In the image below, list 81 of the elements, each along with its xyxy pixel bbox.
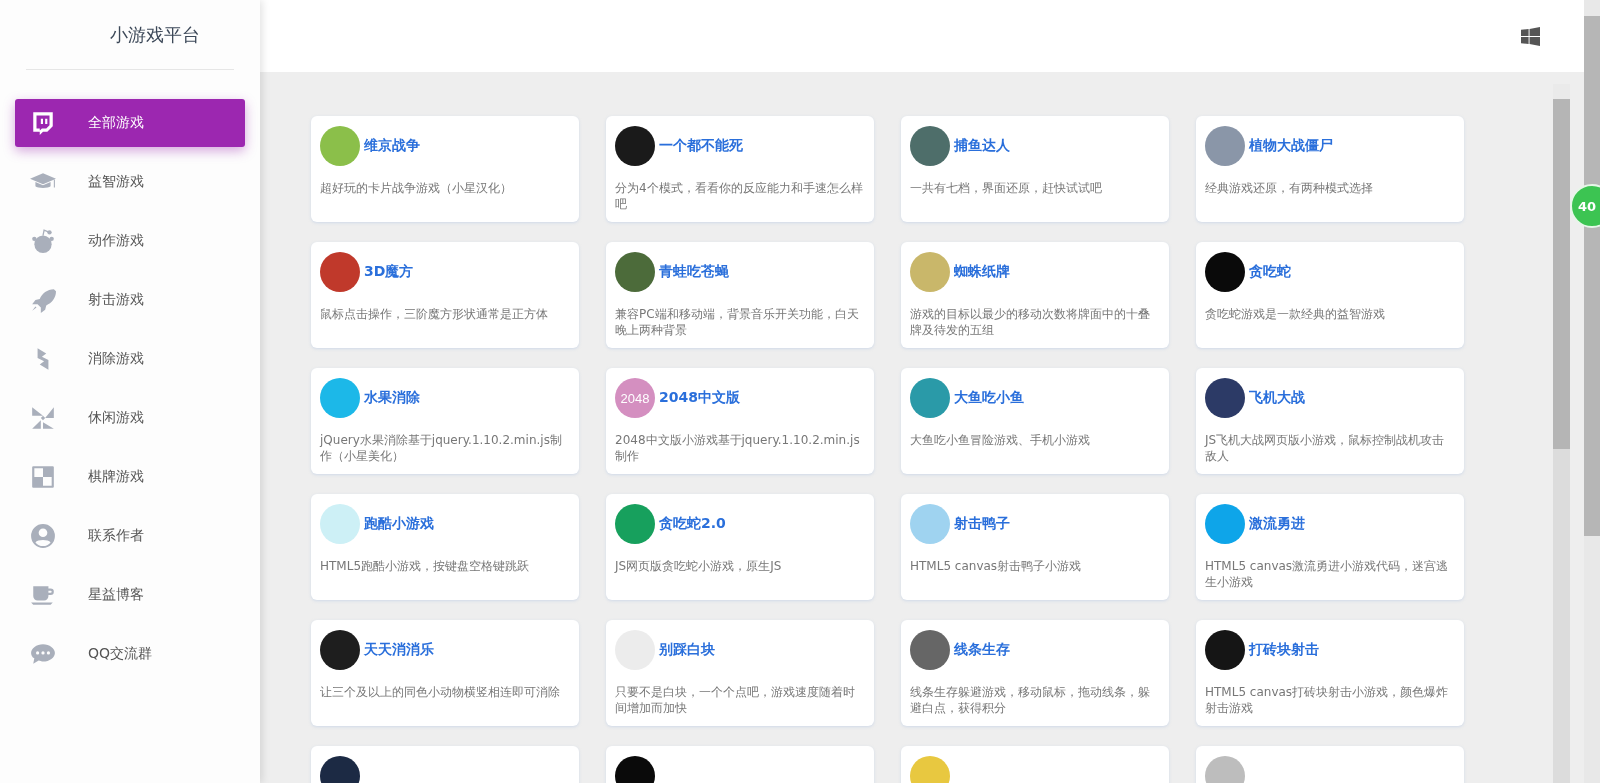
game-description: 大鱼吃小鱼冒险游戏、手机小游戏 <box>910 432 1091 448</box>
game-card[interactable]: 飞机大战 JS飞机大战网页版小游戏，鼠标控制战机攻击敌人 <box>1196 368 1464 474</box>
pinwheel-icon <box>30 405 56 431</box>
game-title[interactable]: 贪吃蛇 <box>1249 263 1291 281</box>
game-card[interactable]: 打砖块射击 HTML5 canvas打砖块射击小游戏，颜色爆炸射击游戏 <box>1196 620 1464 726</box>
game-title[interactable]: 青蛙吃苍蝇 <box>659 263 729 281</box>
game-title[interactable]: 打砖块射击 <box>1249 641 1319 659</box>
game-card[interactable]: 青蛙吃苍蝇 兼容PC端和移动端，背景音乐开关功能，白天晚上两种背景 <box>606 242 874 348</box>
game-description: 只要不是白块，一个个点吧，游戏速度随着时间增加而加快 <box>615 684 856 716</box>
game-description: 一共有七档，界面还原，赶快试试吧 <box>910 180 1103 196</box>
scrollbar[interactable] <box>1553 84 1570 783</box>
game-description: HTML5 canvas射击鸭子小游戏 <box>910 558 1083 574</box>
game-title[interactable]: 蜘蛛纸牌 <box>954 263 1010 281</box>
game-card[interactable]: 激流勇进 HTML5 canvas激流勇进小游戏代码，迷宫逃生小游戏 <box>1196 494 1464 600</box>
game-title[interactable]: 射击鸭子 <box>954 515 1010 533</box>
game-title[interactable]: 贪吃蛇2.0 <box>659 515 726 533</box>
game-card[interactable]: 3D魔方 鼠标点击操作，三阶魔方形状通常是正方体 <box>311 242 579 348</box>
game-title[interactable]: 一个都不能死 <box>659 137 743 155</box>
sidebar-item[interactable]: 消除游戏 <box>15 335 245 383</box>
game-thumbnail: 2048 <box>615 378 655 418</box>
game-title[interactable]: 2048中文版 <box>659 389 740 407</box>
game-card[interactable]: 植物大战僵尸 经典游戏还原，有两种模式选择 <box>1196 116 1464 222</box>
windows-icon[interactable] <box>1521 26 1540 46</box>
game-card[interactable]: 贪吃蛇2.0 JS网页版贪吃蛇小游戏，原生JS <box>606 494 874 600</box>
game-card[interactable]: 别踩白块 只要不是白块，一个个点吧，游戏速度随着时间增加而加快 <box>606 620 874 726</box>
game-title[interactable]: 水果消除 <box>364 389 420 407</box>
chat-bubble-icon <box>30 641 56 667</box>
game-description: 2048中文版小游戏基于jquery.1.10.2.min.js制作 <box>615 432 861 464</box>
game-card[interactable]: 贪吃蛇 贪吃蛇游戏是一款经典的益智游戏 <box>1196 242 1464 348</box>
game-card[interactable]: 捕鱼达人 一共有七档，界面还原，赶快试试吧 <box>901 116 1169 222</box>
game-title[interactable]: 跑酷小游戏 <box>364 515 434 533</box>
game-card[interactable]: 2048 2048中文版 2048中文版小游戏基于jquery.1.10.2.min.js制作 <box>606 368 874 474</box>
game-card[interactable]: 天天消消乐 让三个及以上的同色小动物横竖相连即可消除 <box>311 620 579 726</box>
game-card[interactable]: 大鱼吃小鱼 大鱼吃小鱼冒险游戏、手机小游戏 <box>901 368 1169 474</box>
game-title[interactable]: 大鱼吃小鱼 <box>954 389 1024 407</box>
game-title[interactable]: 3D魔方 <box>364 263 414 281</box>
sidebar-item[interactable]: QQ交流群 <box>15 630 245 678</box>
sidebar-item[interactable]: 联系作者 <box>15 512 245 560</box>
game-title[interactable]: 别踩白块 <box>659 641 715 659</box>
tv-icon <box>30 110 56 136</box>
game-description: 游戏的目标以最少的移动次数将牌面中的十叠牌及待发的五组 <box>910 306 1151 338</box>
game-card[interactable]: 线条生存 线条生存躲避游戏，移动鼠标，拖动线条，躲避白点，获得积分 <box>901 620 1169 726</box>
game-description: 经典游戏还原，有两种模式选择 <box>1205 180 1374 196</box>
game-description: jQuery水果消除基于jquery.1.10.2.min.js制作（小星美化） <box>320 432 563 464</box>
sidebar-item[interactable]: 棋牌游戏 <box>15 453 245 501</box>
game-card[interactable]: 一个都不能死 分为4个模式，看看你的反应能力和手速怎么样吧 <box>606 116 874 222</box>
game-title[interactable]: 飞机大战 <box>1249 389 1305 407</box>
sidebar-item[interactable]: 全部游戏 <box>15 99 245 147</box>
game-title[interactable]: 线条生存 <box>954 641 1010 659</box>
game-description: HTML5 canvas打砖块射击小游戏，颜色爆炸射击游戏 <box>1205 684 1450 716</box>
game-title[interactable]: 维京战争 <box>364 137 420 155</box>
sidebar-item[interactable]: 益智游戏 <box>15 158 245 206</box>
game-description: 线条生存躲避游戏，移动鼠标，拖动线条，躲避白点，获得积分 <box>910 684 1151 716</box>
game-description: HTML5 canvas激流勇进小游戏代码，迷宫逃生小游戏 <box>1205 558 1450 590</box>
robot-icon <box>30 228 56 254</box>
game-title[interactable]: 植物大战僵尸 <box>1249 137 1333 155</box>
sidebar-item[interactable]: 射击游戏 <box>15 276 245 324</box>
game-description: 贪吃蛇游戏是一款经典的益智游戏 <box>1205 306 1386 322</box>
game-description: 分为4个模式，看看你的反应能力和手速怎么样吧 <box>615 180 864 212</box>
game-card[interactable]: 蜘蛛纸牌 游戏的目标以最少的移动次数将牌面中的十叠牌及待发的五组 <box>901 242 1169 348</box>
game-description: HTML5跑酷小游戏，按键盘空格键跳跃 <box>320 558 531 574</box>
sidebar-item[interactable]: 休闲游戏 <box>15 394 245 442</box>
sidebar-item[interactable]: 星益博客 <box>15 571 245 619</box>
checkerboard-icon <box>30 464 56 490</box>
game-title[interactable]: 天天消消乐 <box>364 641 434 659</box>
game-card[interactable]: 射击鸭子 HTML5 canvas射击鸭子小游戏 <box>901 494 1169 600</box>
user-icon <box>30 523 56 549</box>
rocket-icon <box>30 287 56 313</box>
game-description: JS飞机大战网页版小游戏，鼠标控制战机攻击敌人 <box>1205 432 1446 464</box>
game-title[interactable]: 激流勇进 <box>1249 515 1305 533</box>
game-description: 兼容PC端和移动端，背景音乐开关功能，白天晚上两种背景 <box>615 306 860 338</box>
logo-text: 小游戏平台 <box>26 0 234 70</box>
game-card[interactable]: 维京战争 超好玩的卡片战争游戏（小星汉化） <box>311 116 579 222</box>
game-description: 让三个及以上的同色小动物横竖相连即可消除 <box>320 684 561 700</box>
game-title[interactable]: 捕鱼达人 <box>954 137 1010 155</box>
game-card[interactable]: 跑酷小游戏 HTML5跑酷小游戏，按键盘空格键跳跃 <box>311 494 579 600</box>
game-description: 鼠标点击操作，三阶魔方形状通常是正方体 <box>320 306 549 322</box>
sidebar-item[interactable]: 动作游戏 <box>15 217 245 265</box>
game-description: 超好玩的卡片战争游戏（小星汉化） <box>320 180 513 196</box>
game-description: JS网页版贪吃蛇小游戏，原生JS <box>615 558 783 574</box>
game-card[interactable]: 水果消除 jQuery水果消除基于jquery.1.10.2.min.js制作（小星美化） <box>311 368 579 474</box>
